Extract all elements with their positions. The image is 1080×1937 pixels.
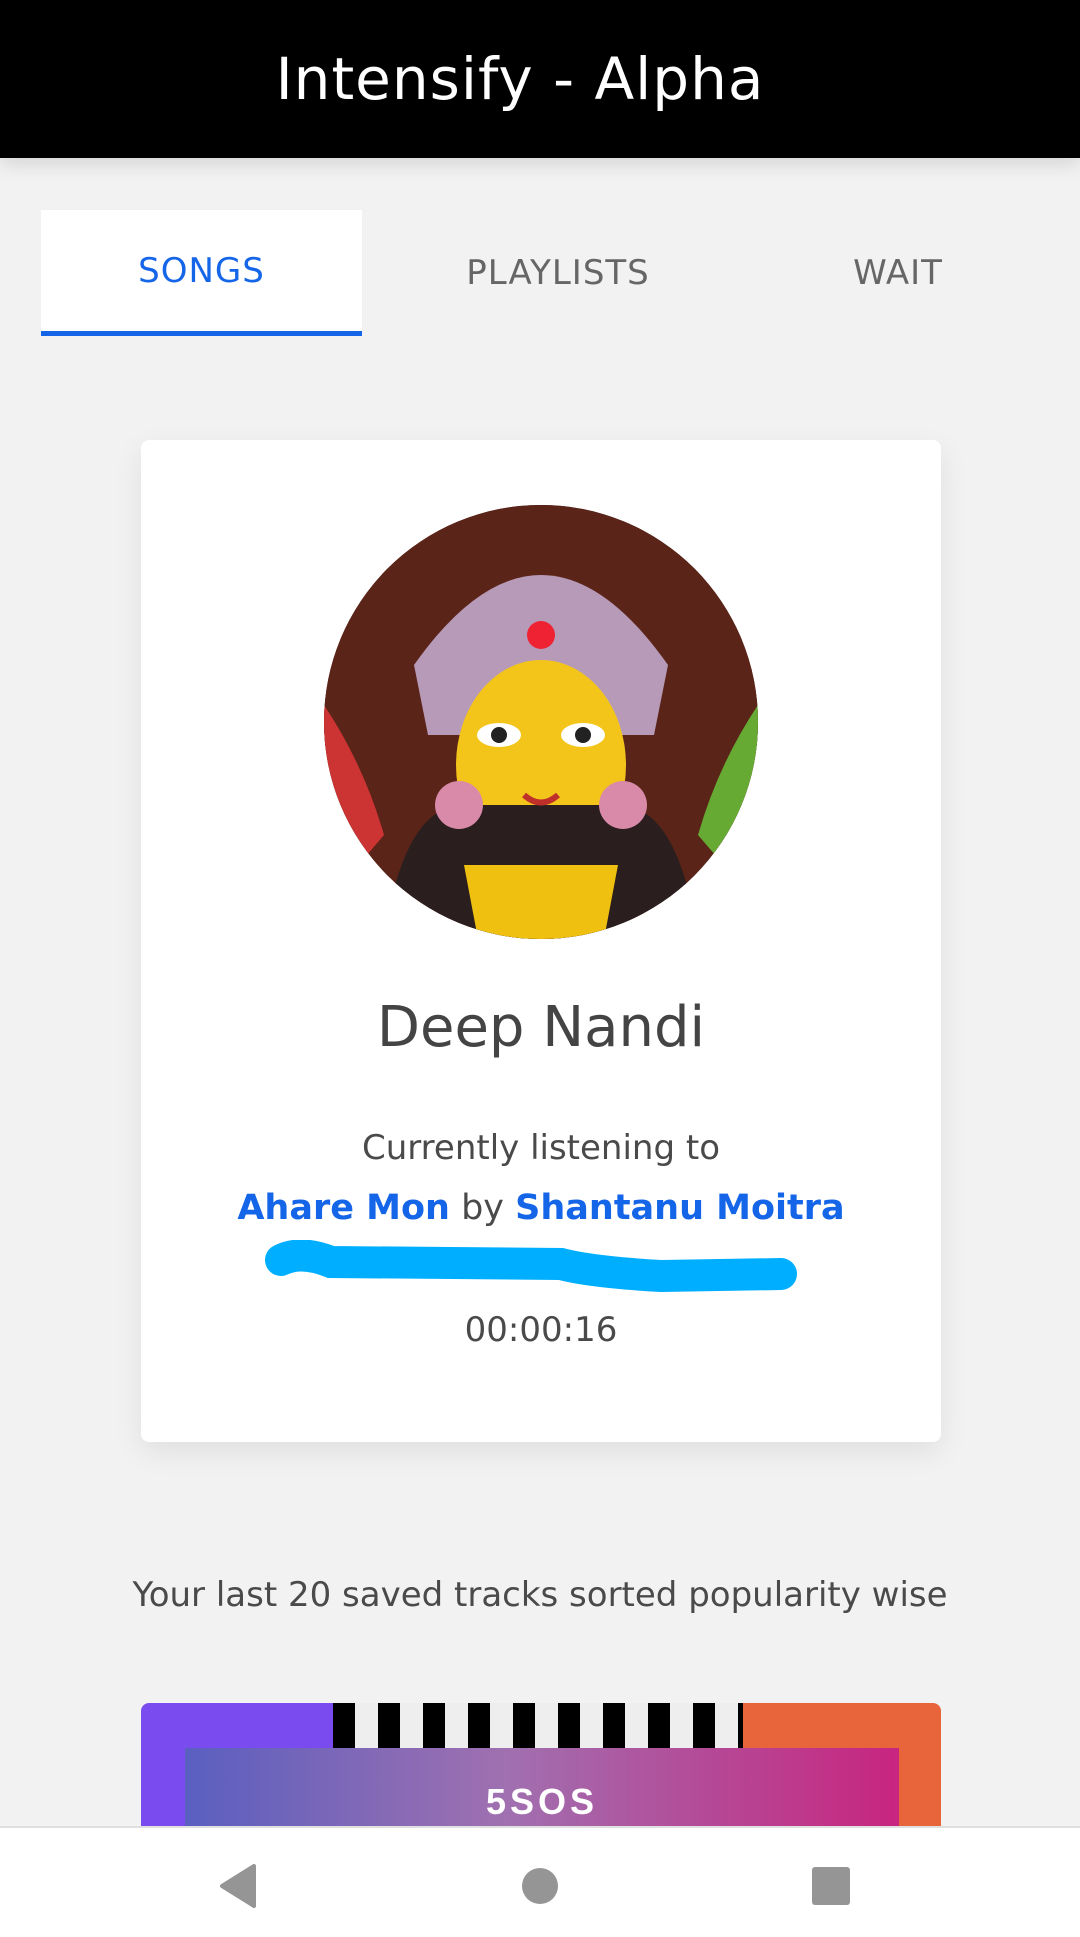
avatar bbox=[324, 505, 758, 939]
tab-songs[interactable]: SONGS bbox=[41, 210, 362, 336]
avatar-image bbox=[324, 505, 758, 939]
album-art-text: 5SOS bbox=[485, 1781, 599, 1822]
tab-wait[interactable]: WAIT bbox=[780, 210, 1016, 336]
album-art-stripes bbox=[333, 1703, 743, 1748]
app-bar: Intensify - Alpha bbox=[0, 0, 1080, 158]
listening-label: Currently listening to bbox=[362, 1128, 720, 1168]
tab-playlists[interactable]: PLAYLISTS bbox=[420, 210, 696, 336]
system-nav-bar bbox=[0, 1826, 1080, 1937]
recents-icon bbox=[812, 1867, 850, 1905]
redaction-scribble bbox=[265, 1240, 797, 1293]
track-link[interactable]: Ahare Mon bbox=[237, 1188, 450, 1228]
home-icon bbox=[522, 1868, 558, 1904]
back-button[interactable] bbox=[208, 1856, 268, 1916]
saved-tracks-subtitle: Your last 20 saved tracks sorted popular… bbox=[132, 1575, 948, 1615]
app-title: Intensify - Alpha bbox=[275, 45, 765, 113]
profile-card: Deep Nandi Currently listening to Ahare … bbox=[141, 440, 941, 1442]
back-icon bbox=[220, 1864, 256, 1908]
by-label: by bbox=[461, 1188, 505, 1228]
home-button[interactable] bbox=[510, 1856, 570, 1916]
elapsed-time: 00:00:16 bbox=[464, 1310, 618, 1350]
recents-button[interactable] bbox=[801, 1856, 861, 1916]
now-playing: Ahare Mon by Shantanu Moitra bbox=[141, 1188, 941, 1228]
artist-link[interactable]: Shantanu Moitra bbox=[515, 1188, 845, 1228]
user-name: Deep Nandi bbox=[376, 995, 706, 1060]
